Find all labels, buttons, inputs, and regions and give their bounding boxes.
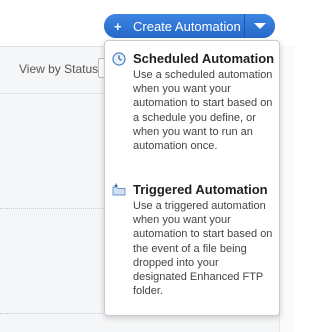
menu-item-title: Triggered Automation [133, 182, 268, 197]
menu-item-description: Use a scheduled automation when you want… [133, 69, 273, 153]
chevron-down-icon [254, 23, 266, 29]
create-automation-button[interactable]: + Create Automation [104, 14, 245, 38]
row-divider [0, 208, 110, 209]
create-automation-button-group: + Create Automation [104, 14, 275, 38]
menu-item-title: Scheduled Automation [133, 51, 275, 66]
create-automation-menu: Scheduled Automation Use a scheduled aut… [104, 40, 280, 316]
scrollbar[interactable] [279, 46, 294, 332]
menu-item-triggered-automation[interactable]: Triggered Automation Use a triggered aut… [105, 180, 279, 310]
create-automation-label: Create Automation [133, 18, 241, 34]
menu-item-scheduled-automation[interactable]: Scheduled Automation Use a scheduled aut… [105, 49, 279, 167]
menu-item-description: Use a triggered automation when you want… [133, 200, 273, 298]
view-by-status-label: View by Status [19, 62, 99, 76]
create-automation-dropdown-toggle[interactable] [245, 14, 275, 38]
plus-icon: + [114, 18, 122, 34]
clock-icon [112, 52, 126, 66]
row-divider [0, 313, 110, 314]
folder-icon [112, 183, 126, 197]
